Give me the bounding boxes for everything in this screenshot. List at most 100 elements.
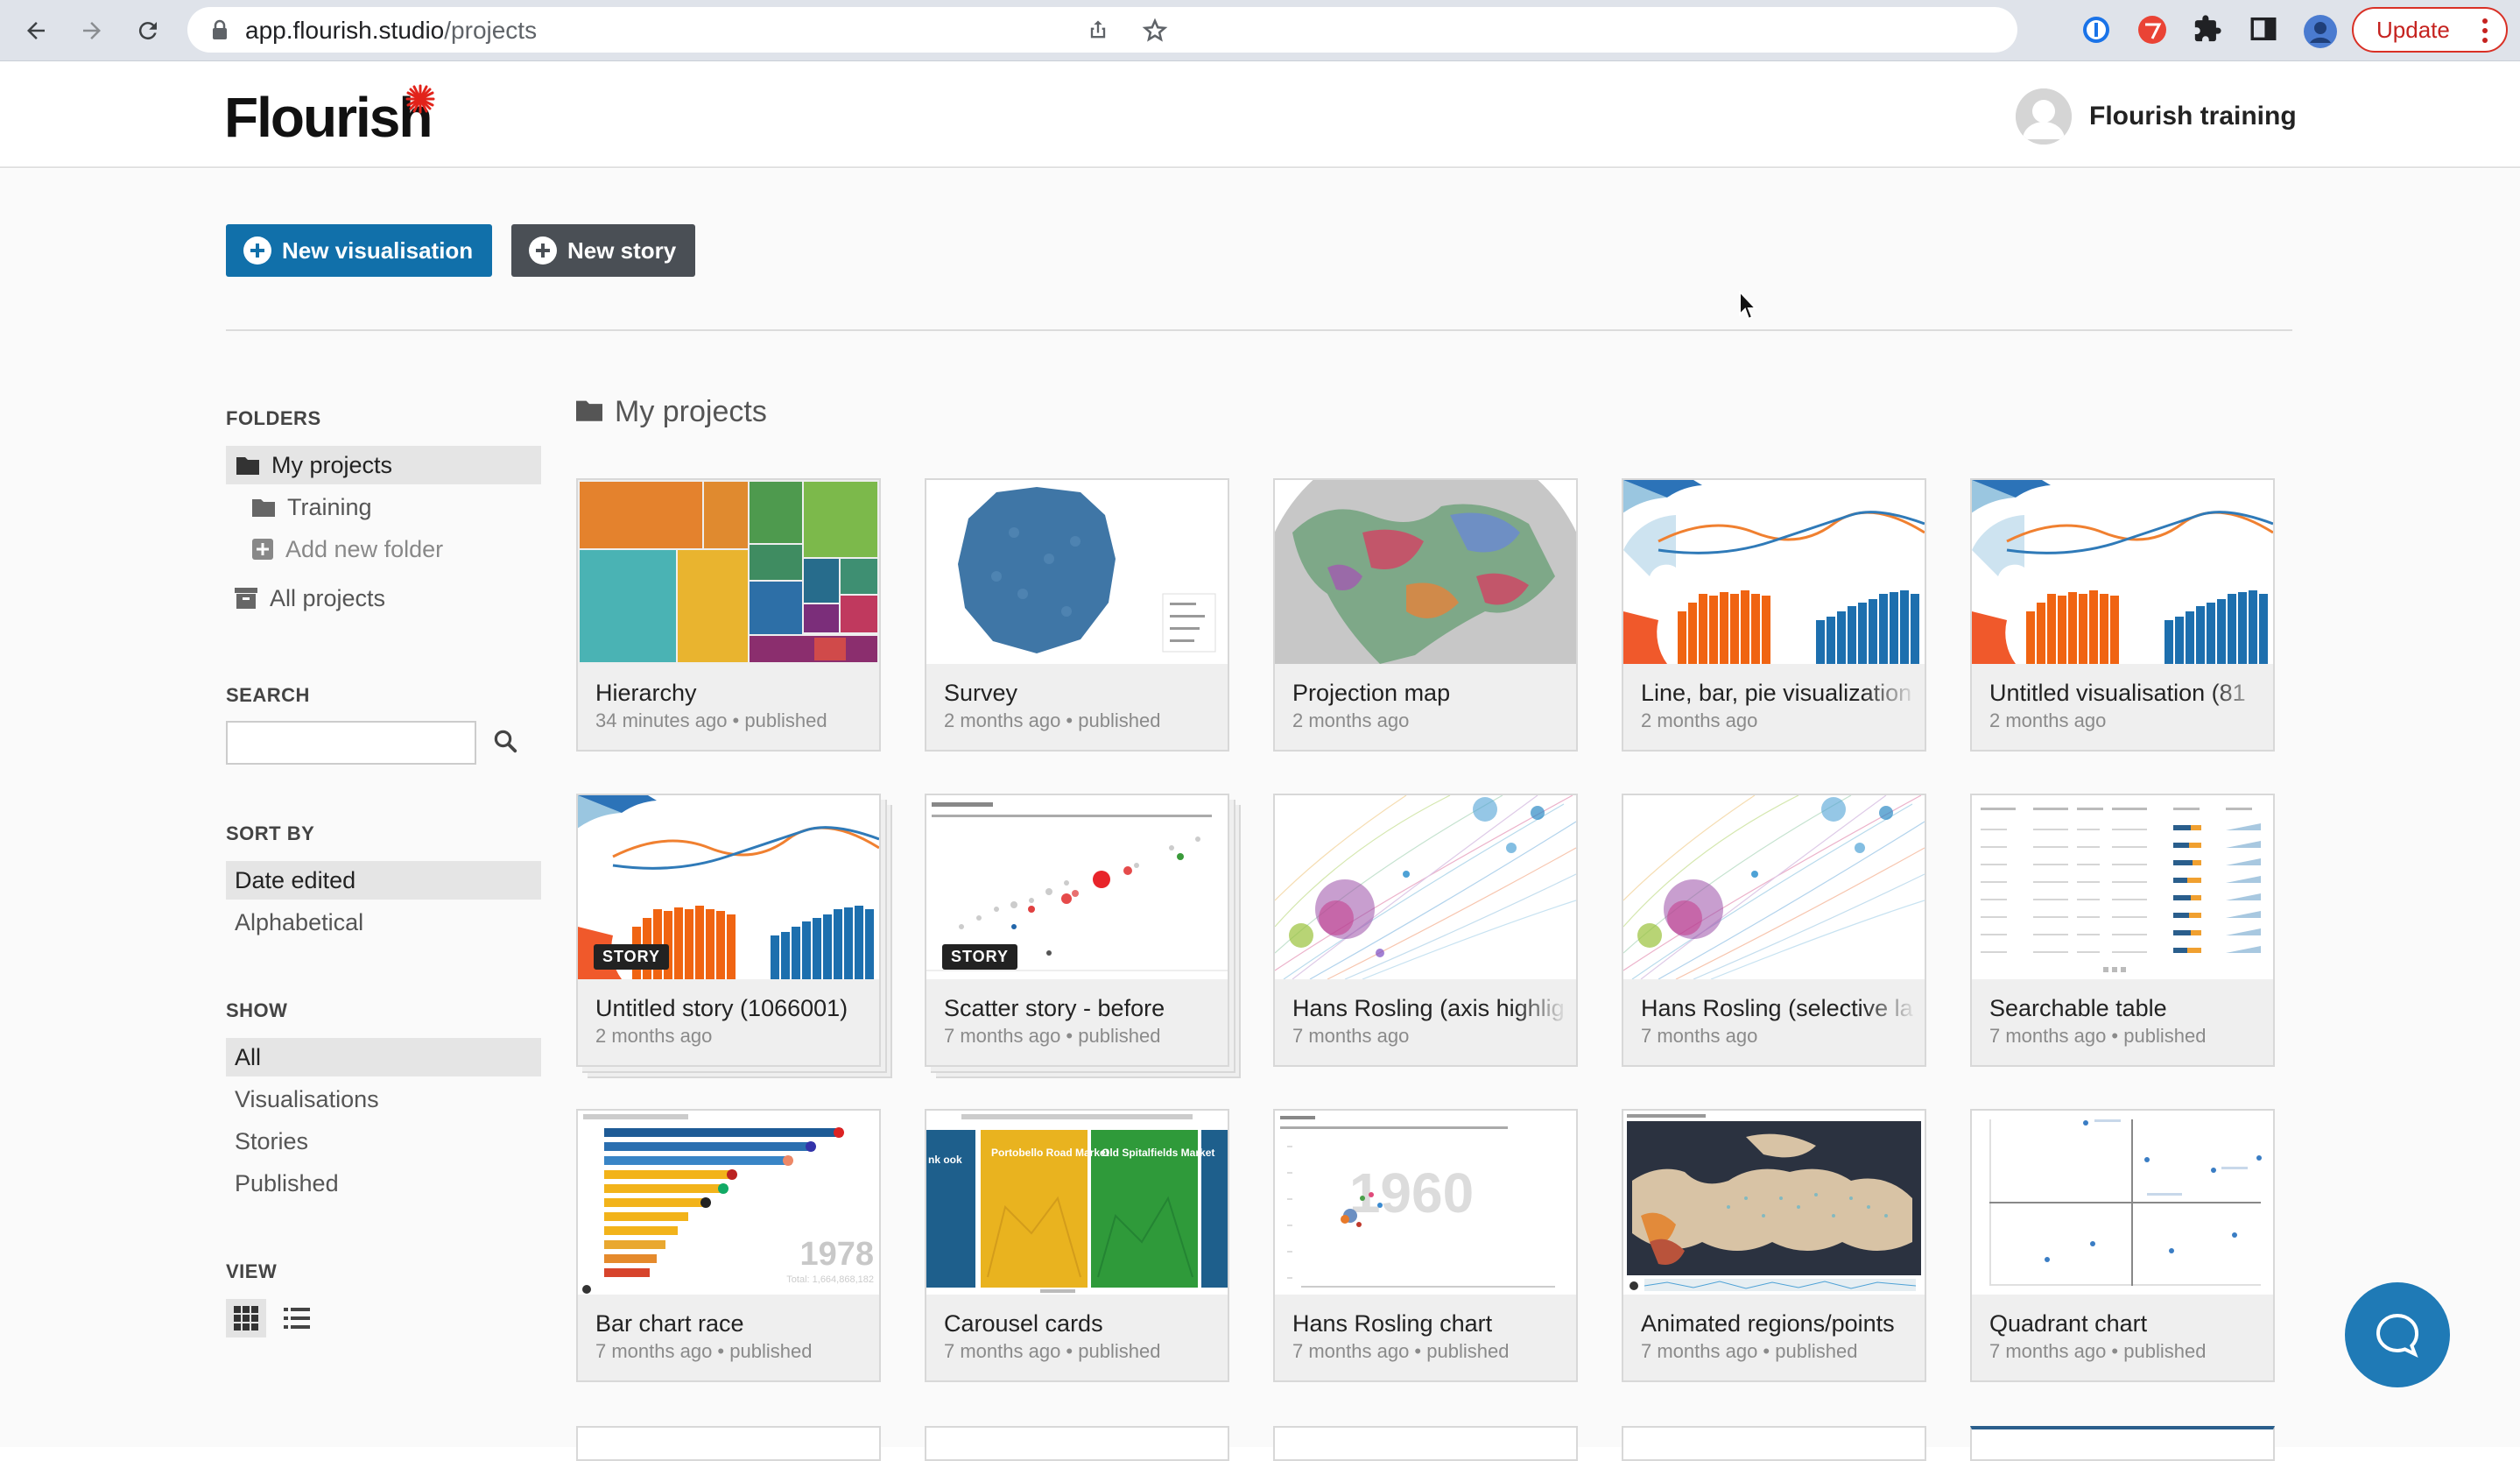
share-icon[interactable] — [1086, 18, 1110, 46]
card-meta: 2 months ago • published — [944, 709, 1161, 731]
project-card[interactable]: Hans Rosling (selective la 7 months ago — [1622, 794, 1926, 1067]
plus-square-icon — [252, 539, 273, 560]
update-button[interactable]: Update — [2352, 7, 2508, 53]
project-card[interactable]: Hierarchy 34 minutes ago • published — [576, 478, 881, 752]
reload-button[interactable] — [130, 12, 166, 49]
show-all[interactable]: All — [226, 1038, 541, 1076]
project-card-partial[interactable] — [576, 1426, 881, 1461]
extensions-puzzle-icon[interactable] — [2193, 14, 2224, 46]
sort-alphabetical[interactable]: Alphabetical — [226, 903, 541, 942]
url-host: app.flourish.studio — [245, 17, 445, 44]
card-title: Hans Rosling chart — [1292, 1310, 1493, 1337]
thumbnail-line-bar-pie — [1623, 480, 1925, 664]
forward-button[interactable] — [74, 12, 110, 49]
folder-label: My projects — [271, 451, 393, 478]
show-label: All — [235, 1043, 262, 1070]
main-content: New visualisation New story FOLDERS My p… — [0, 169, 2520, 1461]
card-title: Animated regions/points — [1641, 1310, 1895, 1337]
carousel-card-0-title: nk ook — [928, 1154, 962, 1166]
thumbnail-treemap — [578, 480, 879, 664]
new-visualisation-label: New visualisation — [282, 236, 474, 264]
folder-icon — [576, 395, 602, 429]
card-title: Line, bar, pie visualization — [1641, 680, 1912, 706]
show-published[interactable]: Published — [226, 1164, 541, 1203]
grid-icon — [234, 1306, 258, 1330]
show-visualisations[interactable]: Visualisations — [226, 1080, 541, 1119]
card-meta: 7 months ago • published — [595, 1340, 813, 1362]
projects-heading: My projects — [576, 395, 767, 429]
card-meta: 7 months ago — [1641, 1025, 1758, 1047]
search-button[interactable] — [492, 728, 524, 759]
card-meta: 7 months ago • published — [1989, 1340, 2207, 1362]
project-card[interactable]: Portobello Road Market Old Spitalfields … — [925, 1109, 1229, 1382]
folders-heading: FOLDERS — [226, 407, 321, 429]
address-bar[interactable]: app.flourish.studio/projects — [187, 7, 2017, 53]
project-card-partial[interactable] — [925, 1426, 1229, 1461]
card-title: Hans Rosling (selective la — [1641, 995, 1913, 1021]
view-heading: VIEW — [226, 1260, 278, 1282]
carousel-card-1-title: Portobello Road Market — [991, 1147, 1109, 1159]
folder-icon — [252, 498, 275, 517]
add-new-folder[interactable]: Add new folder — [226, 530, 541, 568]
card-meta: 7 months ago — [1292, 1025, 1410, 1047]
url-text: app.flourish.studio/projects — [245, 17, 537, 45]
project-card[interactable]: Hans Rosling (axis highlig 7 months ago — [1273, 794, 1578, 1067]
card-title: Carousel cards — [944, 1310, 1103, 1337]
show-label: Stories — [235, 1127, 309, 1154]
avatar — [2016, 88, 2072, 145]
project-card-partial[interactable] — [1970, 1426, 2275, 1461]
thumbnail-bar-chart-race: 1978 Total: 1,664,868,182 — [578, 1111, 879, 1295]
card-meta: 7 months ago • published — [944, 1340, 1161, 1362]
carousel-card-2-title: Old Spitalfields Market — [1102, 1147, 1214, 1159]
search-input[interactable] — [226, 721, 476, 765]
project-card[interactable]: Quadrant chart 7 months ago • published — [1970, 1109, 2275, 1382]
card-title: Bar chart race — [595, 1310, 744, 1337]
app-header: Flourish Flourish training — [0, 62, 2520, 168]
project-card[interactable]: Animated regions/points 7 months ago • p… — [1622, 1109, 1926, 1382]
thumbnail-rosling-chart: 1960 — [1275, 1111, 1576, 1295]
project-card[interactable]: STORY Scatter story - before 7 months ag… — [925, 794, 1229, 1067]
card-title: Untitled visualisation (81 — [1989, 680, 2246, 706]
project-card[interactable]: STORY Untitled story (1066001) 2 months … — [576, 794, 881, 1067]
flourish-logo[interactable]: Flourish — [224, 85, 433, 150]
thumbnail-line-bar-pie — [1972, 480, 2273, 664]
thumbnail-rosling — [1275, 795, 1576, 979]
bookmark-star-icon[interactable] — [1142, 18, 1168, 48]
profile-icon[interactable] — [2303, 14, 2337, 48]
list-view-button[interactable] — [277, 1299, 317, 1337]
folder-training[interactable]: Training — [226, 488, 541, 526]
list-icon — [284, 1308, 310, 1329]
new-visualisation-button[interactable]: New visualisation — [226, 224, 493, 277]
thumbnail-carousel: Portobello Road Market Old Spitalfields … — [926, 1111, 1228, 1295]
show-stories[interactable]: Stories — [226, 1122, 541, 1161]
project-card[interactable]: Searchable table 7 months ago • publishe… — [1970, 794, 2275, 1067]
project-card[interactable]: Line, bar, pie visualization 2 months ag… — [1622, 478, 1926, 752]
sort-label: Date edited — [235, 866, 356, 893]
thumbnail-line-bar-pie: STORY — [578, 795, 879, 979]
sort-label: Alphabetical — [235, 908, 364, 935]
sort-heading: SORT BY — [226, 822, 315, 844]
help-chat-button[interactable] — [2345, 1282, 2450, 1387]
new-story-button[interactable]: New story — [511, 224, 696, 277]
user-menu[interactable]: Flourish training — [2016, 88, 2297, 145]
folder-all-projects[interactable]: All projects — [226, 579, 541, 618]
folder-icon — [236, 455, 259, 475]
reload-icon — [138, 22, 157, 40]
project-card[interactable]: 1978 Total: 1,664,868,182 Bar chart race… — [576, 1109, 881, 1382]
card-title: Hierarchy — [595, 680, 697, 706]
project-card-partial[interactable] — [1622, 1426, 1926, 1461]
side-panel-icon[interactable] — [2249, 14, 2280, 46]
project-card-partial[interactable] — [1273, 1426, 1578, 1461]
project-card[interactable]: 1960 Hans Rosling chart 7 months ago • p… — [1273, 1109, 1578, 1382]
project-card[interactable]: Projection map 2 months ago — [1273, 478, 1578, 752]
plus-circle-icon — [529, 236, 557, 265]
grid-view-button[interactable] — [226, 1299, 266, 1337]
project-card[interactable]: Survey 2 months ago • published — [925, 478, 1229, 752]
thumbnail-quadrant — [1972, 1111, 2273, 1295]
project-card[interactable]: Untitled visualisation (81 2 months ago — [1970, 478, 2275, 752]
folder-my-projects[interactable]: My projects — [226, 446, 541, 484]
password-manager-icon[interactable] — [2080, 14, 2112, 46]
extension-red-icon[interactable] — [2136, 14, 2168, 46]
sort-date-edited[interactable]: Date edited — [226, 861, 541, 900]
back-button[interactable] — [18, 12, 54, 49]
